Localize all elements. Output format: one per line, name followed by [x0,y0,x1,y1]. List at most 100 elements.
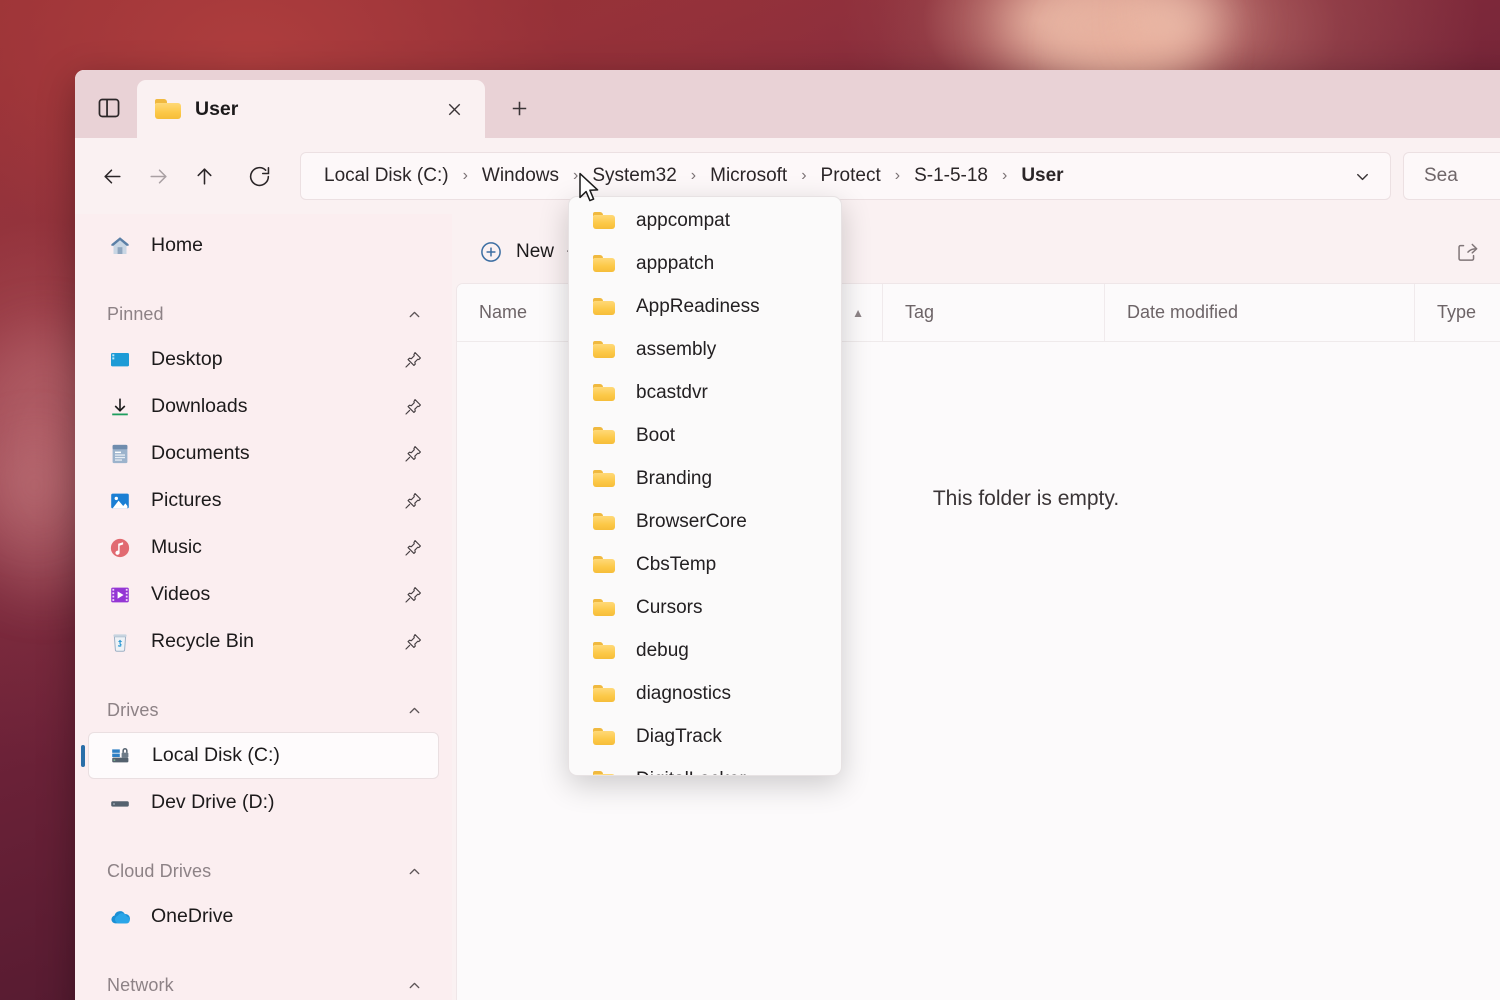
sidebar-item-label: Recycle Bin [151,630,403,653]
dropdown-item-label: apppatch [636,253,714,275]
sidebar-group-header[interactable]: Cloud Drives [88,849,439,893]
sidebar-item-documents[interactable]: Documents [88,430,439,477]
dropdown-menu-item[interactable]: assembly [569,328,841,371]
dropdown-menu-item[interactable]: AppReadiness [569,285,841,328]
breadcrumb-item[interactable]: Microsoft [705,161,792,191]
breadcrumb-separator: › [993,167,1016,185]
column-header-tag[interactable]: Tag [883,284,1105,342]
close-icon[interactable] [437,92,471,126]
breadcrumb-separator: › [792,167,815,185]
sidebar-group-gap [75,269,452,283]
share-icon[interactable] [1444,232,1490,272]
forward-icon[interactable] [135,153,181,199]
sidebar-item-pictures[interactable]: Pictures [88,477,439,524]
sidebar-item-label: Pictures [151,489,403,512]
onedrive-cloud-icon [107,904,133,930]
folder-icon [593,212,615,229]
pin-icon[interactable] [403,444,423,464]
chevron-up-icon[interactable] [406,306,423,323]
title-bar: User [75,70,1500,138]
sidebar-group-title: Cloud Drives [107,861,406,882]
breadcrumb-item[interactable]: Protect [816,161,886,191]
pin-icon[interactable] [403,632,423,652]
breadcrumb-separator: › [454,167,477,185]
dropdown-menu-item[interactable]: BrowserCore [569,500,841,543]
dropdown-item-label: AppReadiness [636,296,760,318]
sidebar-group-gap [75,940,452,954]
chevron-up-icon[interactable] [406,977,423,994]
breadcrumb-dropdown-menu[interactable]: appcompat apppatch AppReadiness assemblybca… [568,196,842,776]
home-icon [107,233,133,259]
dropdown-menu-item[interactable]: appcompat [569,199,841,242]
breadcrumb-item[interactable]: User [1016,161,1068,191]
dropdown-menu-item[interactable]: DiagTrack [569,715,841,758]
sidebar-item-label: OneDrive [151,905,439,928]
dropdown-item-label: diagnostics [636,683,731,705]
sidebar-item-dev-drive-d[interactable]: Dev Drive (D:) [88,779,439,826]
trash-icon[interactable] [1490,232,1500,272]
pin-icon[interactable] [403,538,423,558]
breadcrumb-item[interactable]: S-1-5-18 [909,161,993,191]
dropdown-menu-item[interactable]: apppatch [569,242,841,285]
dropdown-menu-item[interactable]: Cursors [569,586,841,629]
sidebar-item-label: Desktop [151,348,403,371]
address-bar[interactable]: Local Disk (C:)›Windows›System32›Microso… [300,152,1391,200]
sidebar-item-videos[interactable]: Videos [88,571,439,618]
dropdown-menu-item[interactable]: Boot [569,414,841,457]
sidebar-item-label: Documents [151,442,403,465]
sidebar-group-header[interactable]: Network [88,963,439,1000]
folder-icon [593,771,615,776]
refresh-icon[interactable] [236,153,282,199]
videos-icon [107,582,133,608]
sidebar-item-label: Dev Drive (D:) [151,791,439,814]
sidebar-item-recycle-bin[interactable]: Recycle Bin [88,618,439,665]
folder-icon [593,384,615,401]
breadcrumb-item[interactable]: Local Disk (C:) [319,161,454,191]
sidebar-item-music[interactable]: Music [88,524,439,571]
sidebar-group-header[interactable]: Pinned [88,292,439,336]
back-icon[interactable] [89,153,135,199]
folder-icon [593,255,615,272]
sidebar-item-onedrive[interactable]: OneDrive [88,893,439,940]
column-header-date-modified[interactable]: Date modified [1105,284,1415,342]
column-header-type[interactable]: Type [1415,284,1500,342]
pin-icon[interactable] [403,585,423,605]
sidebar-item-local-disk-c[interactable]: Local Disk (C:) [88,732,439,779]
chevron-up-icon[interactable] [406,863,423,880]
music-icon [107,535,133,561]
dropdown-menu-item[interactable]: diagnostics [569,672,841,715]
sidebar-item-desktop[interactable]: Desktop [88,336,439,383]
breadcrumb-separator: › [886,167,909,185]
dropdown-menu-item[interactable]: bcastdvr [569,371,841,414]
up-icon[interactable] [181,153,227,199]
dropdown-menu-item[interactable]: Branding [569,457,841,500]
column-header-label: Type [1437,302,1476,323]
sidebar-item-home[interactable]: Home [88,222,439,269]
navigation-sidebar: Home Pinned Desktop Downloads Documents Pict… [75,214,452,1000]
pin-icon[interactable] [403,350,423,370]
dropdown-item-label: Branding [636,468,712,490]
pin-icon[interactable] [403,491,423,511]
sort-ascending-icon: ▲ [852,306,864,320]
dropdown-menu-item[interactable]: CbsTemp [569,543,841,586]
breadcrumb-item[interactable]: Windows [477,161,564,191]
desktop-icon [107,347,133,373]
plus-icon[interactable] [495,84,543,132]
breadcrumb-item[interactable]: System32 [587,161,681,191]
sidebar-item-label: Downloads [151,395,403,418]
dropdown-menu-item[interactable]: debug [569,629,841,672]
pin-icon[interactable] [403,397,423,417]
chevron-down-icon[interactable] [1340,156,1384,196]
dropdown-menu-item[interactable]: DigitalLocker [569,758,841,776]
search-input[interactable]: Sea [1403,152,1500,200]
folder-icon [593,599,615,616]
new-button-label: New [516,241,554,263]
chevron-up-icon[interactable] [406,702,423,719]
tab-title: User [195,98,437,121]
pictures-icon [107,488,133,514]
sidebar-panel-icon[interactable] [83,82,135,134]
tab-user[interactable]: User [137,80,485,138]
sidebar-group-header[interactable]: Drives [88,688,439,732]
sidebar-item-downloads[interactable]: Downloads [88,383,439,430]
documents-icon [107,441,133,467]
